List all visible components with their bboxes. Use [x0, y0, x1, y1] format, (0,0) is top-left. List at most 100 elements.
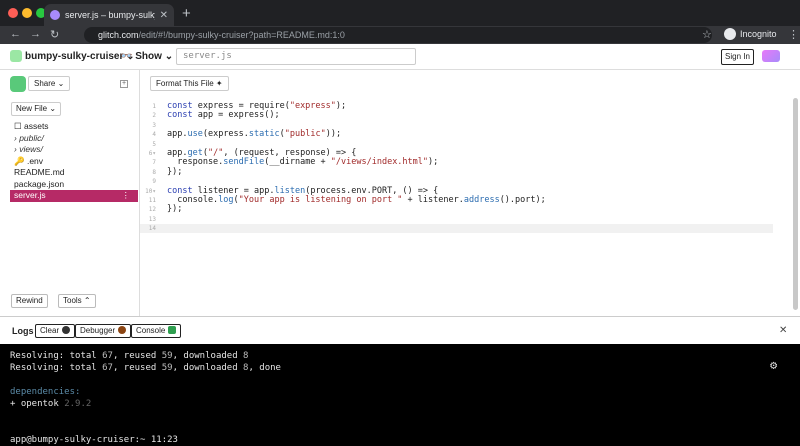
- project-name-dropdown[interactable]: bumpy-sulky-cruiser ⌄: [25, 51, 135, 62]
- code-line: 7 response.sendFile(__dirname + "/views/…: [140, 157, 780, 168]
- clear-logs-button[interactable]: Clear: [35, 324, 76, 338]
- console-number: 67: [102, 363, 113, 373]
- back-icon[interactable]: ←: [10, 28, 21, 40]
- file-search-input[interactable]: server.js: [176, 48, 416, 65]
- code-text: console.log("Your app is listening on po…: [167, 194, 546, 205]
- console-blank: [10, 374, 790, 386]
- avatar[interactable]: [10, 76, 26, 92]
- file-name: .env: [26, 155, 44, 166]
- code-line: 14: [140, 224, 773, 234]
- console-prompt: app@bumpy-sulky-cruiser:~ 11:23: [10, 435, 178, 445]
- add-file-icon[interactable]: +: [120, 80, 128, 88]
- code-area[interactable]: 1 const express = require("express"); 2 con…: [140, 101, 780, 234]
- url-bar[interactable]: glitch.com/edit/#!/bumpy-sulky-cruiser?p…: [84, 27, 712, 43]
- chevron-up-icon: ⌃: [83, 296, 91, 305]
- incognito-label: Incognito: [740, 29, 777, 39]
- browser-tab[interactable]: server.js – bumpy-sulky-cruiser ✕: [44, 4, 174, 26]
- code-editor[interactable]: Format This File ✦ 1 const express = requ…: [140, 70, 800, 316]
- browser-menu-icon[interactable]: ⋮: [788, 28, 799, 41]
- file-name: assets: [23, 121, 49, 131]
- code-line: 11 console.log("Your app is listening on…: [140, 194, 780, 205]
- file-name: README.md: [14, 167, 65, 177]
- minimize-window-button[interactable]: [22, 8, 32, 18]
- tools-label: Tools: [63, 296, 82, 305]
- new-file-button[interactable]: New File ⌄: [11, 102, 62, 116]
- code-text: });: [167, 204, 183, 215]
- file-item-readme[interactable]: README.md: [10, 167, 138, 179]
- glitch-header: bumpy-sulky-cruiser ⌄ 👓 Show ⌄ server.js…: [0, 44, 800, 70]
- sign-in-button[interactable]: Sign In: [721, 49, 754, 65]
- console-text: Resolving: total: [10, 363, 103, 373]
- chevron-down-icon: ⌄: [57, 79, 65, 88]
- console-text: , done: [248, 363, 281, 373]
- file-item-views[interactable]: › views/: [10, 144, 138, 156]
- code-line: 8});: [140, 167, 780, 177]
- console-line: Resolving: total 67, reused 59, download…: [10, 350, 790, 362]
- code-text: app.use(express.static("public"));: [167, 129, 342, 140]
- glasses-icon: 👓: [120, 51, 133, 62]
- console-blank: [10, 422, 790, 434]
- gear-icon[interactable]: ⚙: [770, 358, 777, 372]
- console-blank: [10, 410, 790, 422]
- incognito-icon: [724, 28, 736, 40]
- bookmark-star-icon[interactable]: ☆: [702, 28, 712, 41]
- logs-label: Logs: [12, 326, 34, 336]
- file-item-env[interactable]: 🔑 .env: [10, 156, 138, 168]
- file-item-server-js[interactable]: server.js ⋮: [10, 190, 138, 202]
- console-line: + opentok 2.9.2: [10, 398, 790, 410]
- chevron-down-icon: ⌄: [49, 104, 57, 113]
- show-button[interactable]: 👓 Show ⌄: [120, 51, 173, 62]
- glitch-menu-icon[interactable]: [762, 50, 780, 62]
- url-host: glitch.com: [98, 30, 139, 40]
- line-number: 8: [152, 168, 156, 176]
- code-text: response.sendFile(__dirname + "/views/in…: [167, 157, 439, 168]
- console-line: Resolving: total 67, reused 59, download…: [10, 362, 790, 374]
- chevron-down-icon: ⌄: [164, 51, 174, 62]
- line-number: 3: [152, 121, 156, 129]
- incognito-indicator[interactable]: Incognito: [724, 28, 777, 40]
- format-file-button[interactable]: Format This File ✦: [150, 76, 229, 91]
- line-number: 4: [152, 131, 156, 139]
- code-line: 4 app.use(express.static("public"));: [140, 129, 780, 140]
- file-tree: ☐ assets › public/ › views/ 🔑 .env READM…: [10, 121, 138, 202]
- file-item-package-json[interactable]: package.json: [10, 179, 138, 191]
- console-text: , downloaded: [172, 351, 244, 361]
- line-number: 6▾: [148, 149, 156, 157]
- close-tab-icon[interactable]: ✕: [160, 10, 168, 21]
- editor-scrollbar[interactable]: [793, 98, 798, 310]
- line-number: 11: [148, 196, 156, 204]
- tools-button[interactable]: Tools ⌃: [58, 294, 96, 308]
- console-number: 59: [161, 351, 173, 361]
- debugger-label: Debugger: [80, 326, 116, 335]
- clear-label: Clear: [40, 326, 60, 335]
- line-number: 9: [152, 178, 156, 186]
- reload-icon[interactable]: ↻: [50, 28, 59, 41]
- key-icon: 🔑: [14, 155, 27, 166]
- console-text: , reused: [112, 351, 162, 361]
- file-name: package.json: [14, 178, 65, 189]
- terminal-icon: [168, 326, 177, 334]
- code-line: 13: [140, 215, 780, 224]
- line-number: 14: [148, 225, 156, 233]
- share-button[interactable]: Share ⌄: [28, 76, 71, 91]
- browser-tab-title: server.js – bumpy-sulky-cruiser: [65, 10, 155, 20]
- console-text: , downloaded: [172, 363, 244, 373]
- dependency-name: + opentok: [10, 399, 59, 409]
- rewind-button[interactable]: Rewind: [11, 294, 48, 308]
- new-tab-icon[interactable]: +: [182, 5, 191, 22]
- file-prefix-icon: ☐: [14, 121, 24, 131]
- forward-icon[interactable]: →: [30, 28, 41, 40]
- file-name: views/: [19, 144, 43, 154]
- console-text: Resolving: total: [10, 351, 103, 361]
- close-logs-icon[interactable]: ✕: [779, 325, 787, 336]
- file-options-icon[interactable]: ⋮: [122, 190, 131, 202]
- close-window-button[interactable]: [8, 8, 18, 18]
- debugger-button[interactable]: Debugger: [75, 324, 132, 338]
- file-item-public[interactable]: › public/: [10, 133, 138, 145]
- code-line: 2 const app = express();: [140, 110, 780, 120]
- console-button[interactable]: Console: [131, 324, 182, 338]
- format-label: Format This File: [156, 79, 214, 88]
- console-number: 8: [243, 351, 249, 361]
- file-item-assets[interactable]: ☐ assets: [10, 121, 138, 133]
- console-panel[interactable]: Resolving: total 67, reused 59, download…: [0, 344, 800, 446]
